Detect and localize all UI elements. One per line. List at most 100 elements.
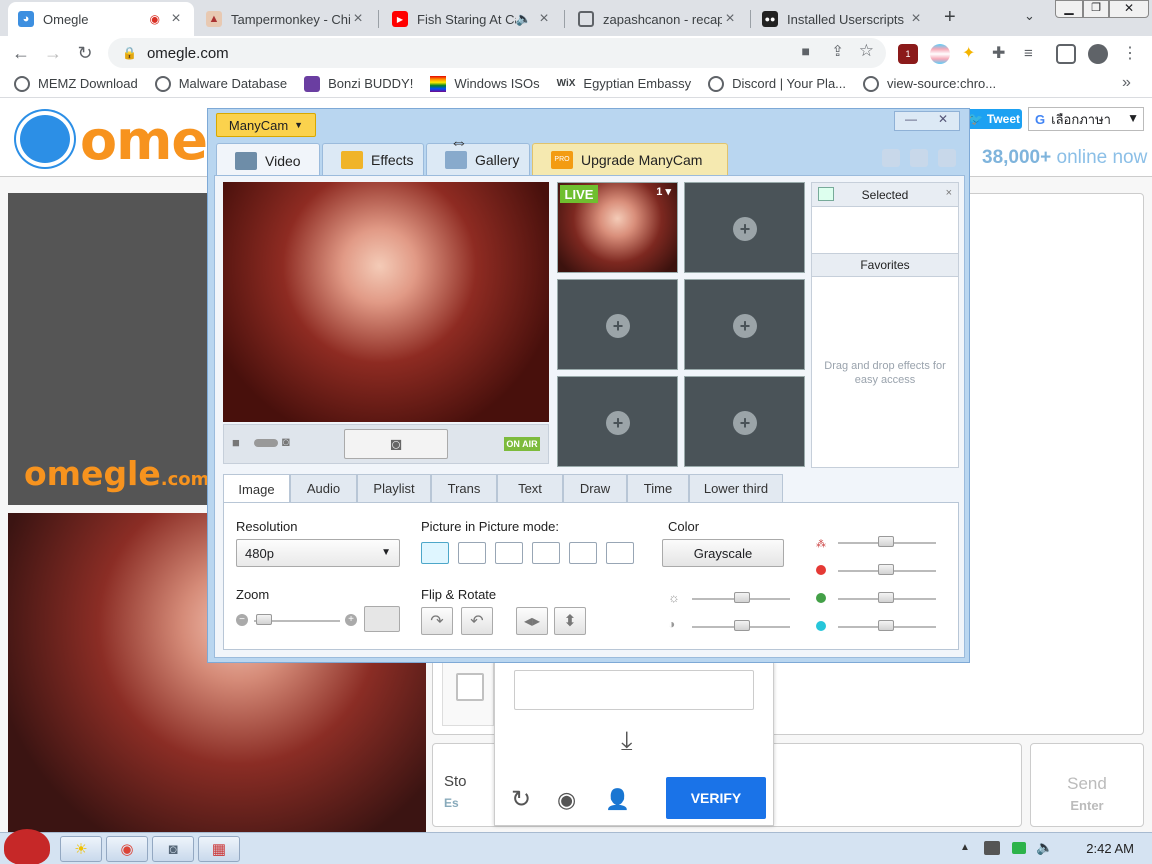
bookmark-item[interactable]: view-source:chro... [863,75,996,92]
close-tab-icon[interactable]: × [536,10,552,28]
tab-trans[interactable]: Trans [431,474,497,502]
taskbar-manycam-icon[interactable]: ◙ [152,836,194,862]
minimize-button[interactable]: ▁ [1055,0,1083,18]
tab-effects[interactable]: Effects [322,143,424,175]
blue-slider[interactable] [878,620,894,631]
refresh-icon[interactable]: ↻ [511,785,531,814]
source-slot[interactable]: + [557,279,678,370]
share-icon[interactable]: ⇪ [831,42,844,60]
tab-video[interactable]: Video [216,143,320,177]
bookmark-item[interactable]: WiX Egyptian Embassy [557,76,691,91]
eye-icon[interactable]: ◉ [557,787,576,813]
tab-gallery[interactable]: Gallery [426,143,530,175]
bookmark-item[interactable]: Discord | Your Pla... [708,75,846,92]
zoom-slider[interactable] [256,614,272,625]
profile-avatar[interactable] [1088,44,1108,64]
bookmark-star-icon[interactable]: ☆ [859,41,874,61]
source-slot[interactable]: + [557,376,678,467]
pip-mode-small[interactable] [458,542,486,564]
tab-time[interactable]: Time [627,474,689,502]
stop-button[interactable]: Sto Es [444,773,467,810]
tab-tampermonkey[interactable]: ▲ Tampermonkey - Chi × [196,2,376,36]
contrast-slider[interactable] [734,620,750,631]
new-tab-button[interactable]: + [944,6,956,29]
tab-upgrade[interactable]: PRO Upgrade ManyCam [532,143,728,175]
flag-extension-icon[interactable] [930,44,950,64]
taskbar-chrome-icon[interactable]: ◉ [106,836,148,862]
network-icon[interactable] [1012,842,1026,854]
eye-icon[interactable] [818,187,834,201]
tab-lower-third[interactable]: Lower third [689,474,783,502]
side-panel-icon[interactable] [1056,44,1076,64]
tab-draw[interactable]: Draw [563,474,627,502]
reload-icon[interactable]: ↻ [72,40,98,66]
zoom-out-icon[interactable]: − [236,614,248,626]
bookmark-item[interactable]: Malware Database [154,75,287,92]
youtube-icon[interactable] [882,149,900,167]
volume-icon[interactable]: 🔈 [1036,839,1053,856]
close-tab-icon[interactable]: × [168,10,184,28]
pip-mode-quad[interactable] [606,542,634,564]
ublock-icon[interactable]: 1 [898,44,918,64]
pip-mode-single[interactable] [421,542,449,564]
flip-horizontal-button[interactable]: ◂▸ [516,607,548,635]
toggle-switch[interactable] [254,439,278,447]
start-button[interactable] [4,829,50,864]
verify-button[interactable]: VERIFY [666,777,766,819]
tab-userscripts[interactable]: ●● Installed Userscripts × [752,2,934,36]
user-check-icon[interactable]: 👤 [605,787,630,812]
media-control-icon[interactable]: ≡ [1024,44,1044,64]
menu-kebab-icon[interactable]: ⋮ [1120,44,1140,64]
forward-arrow-icon[interactable]: → [40,40,66,66]
snapshot-button[interactable]: ◙ [344,429,448,459]
rotate-left-button[interactable]: ↶ [461,607,493,635]
slot-number[interactable]: 1 ▾ [656,185,671,198]
audio-icon[interactable]: 🔈 [516,11,532,27]
pip-mode-double[interactable] [495,542,523,564]
extension-icon[interactable]: ✦ [962,44,982,64]
bookmarks-overflow-button[interactable]: » [1122,74,1131,92]
tab-image[interactable]: Image [223,474,290,503]
pip-mode-split-horizontal[interactable] [569,542,597,564]
camera-icon[interactable]: ■ [802,43,810,59]
brightness-slider[interactable] [734,592,750,603]
clock[interactable]: 2:42 AM [1086,841,1134,856]
source-slot[interactable]: + [684,376,805,467]
rotate-right-button[interactable]: ↷ [421,607,453,635]
tray-monitor-icon[interactable] [984,841,1000,855]
close-tab-icon[interactable]: × [722,10,738,28]
close-tab-icon[interactable]: × [350,10,366,28]
tab-search-chevron-icon[interactable]: ⌄ [1024,8,1035,24]
tab-youtube[interactable]: ▶ Fish Staring At Ca 🔈 × [382,2,562,36]
pip-mode-split-vertical[interactable] [532,542,560,564]
close-window-button[interactable]: ✕ [1109,0,1149,18]
minimize-button[interactable]: — [895,112,927,130]
bookmark-item[interactable]: Bonzi BUDDY! [304,75,413,92]
source-slot[interactable]: + [684,279,805,370]
zoom-preview-button[interactable] [364,606,400,632]
source-slot[interactable]: + [684,182,805,273]
video-camera-icon[interactable]: ■ [232,435,240,450]
puzzle-icon[interactable]: ✚ [992,44,1012,64]
tab-text[interactable]: Text [497,474,563,502]
zoom-in-icon[interactable]: + [345,614,357,626]
taskbar-explorer-icon[interactable]: ☀ [60,836,102,862]
twitter-icon[interactable] [910,149,928,167]
flip-vertical-button[interactable]: ⬍ [554,607,586,635]
language-select[interactable]: G เลือกภาษา ▼ [1028,107,1144,131]
bookmark-item[interactable]: MEMZ Download [14,75,138,92]
tab-omegle[interactable]: ◕ Omegle ◉ × [8,2,194,36]
tray-expand-icon[interactable]: ▲ [960,842,970,853]
close-tab-icon[interactable]: × [908,10,924,28]
bookmark-item[interactable]: Windows ISOs [430,75,540,92]
green-slider[interactable] [878,592,894,603]
taskbar-app-icon[interactable]: ▦ [198,836,240,862]
captcha-checkbox[interactable] [456,673,484,701]
tab-zapashcanon[interactable]: zapashcanon - recap × [568,2,748,36]
tweet-button[interactable]: 🐦 Tweet [966,109,1022,129]
tab-audio[interactable]: Audio [290,474,357,502]
download-icon[interactable]: ⤓ [621,725,633,757]
close-icon[interactable]: × [946,187,952,199]
camera-icon[interactable]: ◙ [282,434,290,449]
facebook-icon[interactable] [938,149,956,167]
